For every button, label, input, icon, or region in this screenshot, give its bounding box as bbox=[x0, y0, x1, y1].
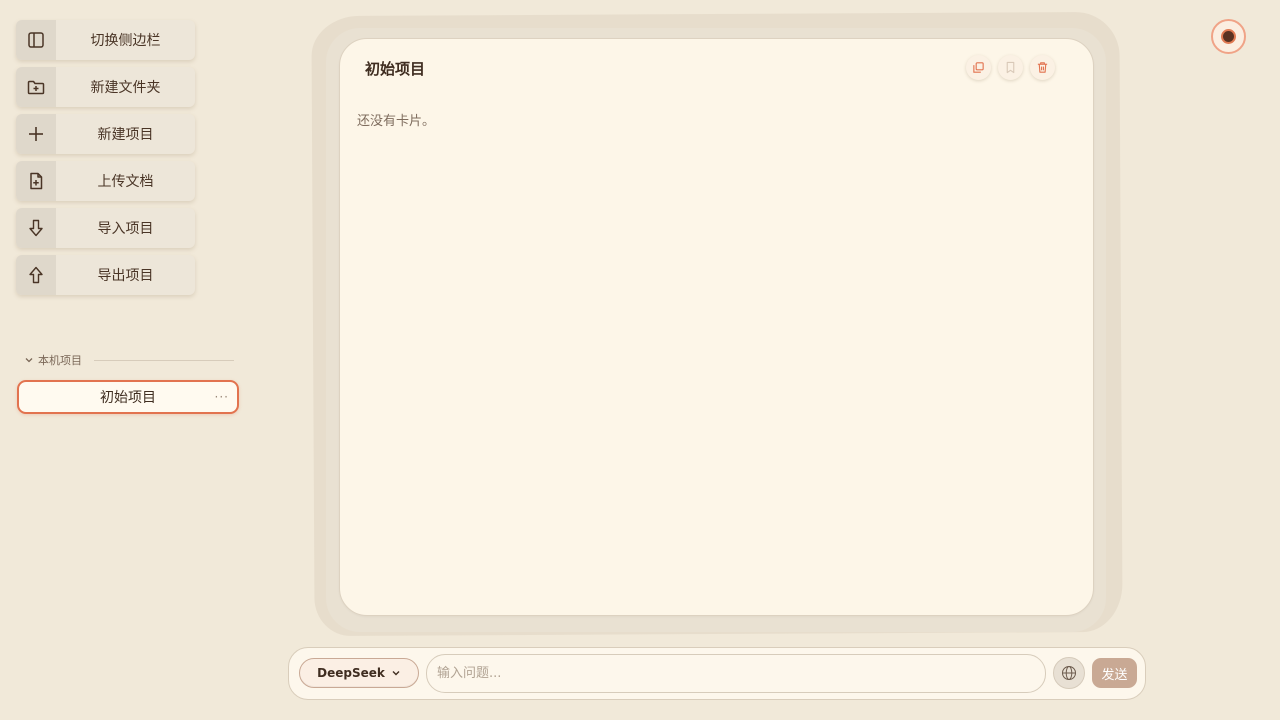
import-project-label: 导入项目 bbox=[97, 221, 154, 237]
new-folder-button[interactable]: 新建文件夹 bbox=[16, 67, 195, 107]
new-project-button[interactable]: 新建项目 bbox=[16, 114, 195, 154]
local-projects-header[interactable]: 本机项目 bbox=[24, 352, 234, 368]
project-item-name: 初始项目 bbox=[100, 390, 156, 406]
import-project-button[interactable]: 导入项目 bbox=[16, 208, 195, 248]
project-card: 初始项目 还没有卡片。 bbox=[339, 38, 1094, 616]
status-dot-icon bbox=[1221, 29, 1236, 44]
toggle-sidebar-button[interactable]: 切换侧边栏 bbox=[16, 20, 195, 60]
empty-state-text: 还没有卡片。 bbox=[357, 114, 436, 129]
send-button[interactable]: 发送 bbox=[1092, 658, 1137, 688]
upload-document-button[interactable]: 上传文档 bbox=[16, 161, 195, 201]
model-select[interactable]: DeepSeek bbox=[299, 658, 419, 688]
globe-icon bbox=[1062, 666, 1076, 680]
export-project-button[interactable]: 导出项目 bbox=[16, 255, 195, 295]
section-divider bbox=[94, 359, 234, 361]
chevron-down-icon bbox=[24, 355, 34, 365]
sidebar-toggle-icon bbox=[16, 20, 56, 60]
status-indicator[interactable] bbox=[1211, 19, 1246, 54]
new-folder-label: 新建文件夹 bbox=[90, 80, 161, 96]
question-input[interactable] bbox=[426, 654, 1046, 693]
delete-button[interactable] bbox=[1030, 55, 1055, 80]
card-title: 初始项目 bbox=[365, 60, 426, 78]
chat-bar: DeepSeek 发送 bbox=[288, 647, 1146, 700]
sidebar-actions: 切换侧边栏 新建文件夹 新建项目 上传文档 导入项目 导出项目 bbox=[16, 20, 195, 302]
toggle-sidebar-label: 切换侧边栏 bbox=[90, 33, 161, 49]
arrow-up-icon bbox=[16, 255, 56, 295]
copy-button[interactable] bbox=[966, 55, 991, 80]
file-plus-icon bbox=[16, 161, 56, 201]
arrow-down-icon bbox=[16, 208, 56, 248]
chevron-down-icon bbox=[392, 671, 400, 676]
upload-document-label: 上传文档 bbox=[97, 174, 154, 190]
folder-plus-icon bbox=[16, 67, 56, 107]
bookmark-icon bbox=[1006, 61, 1015, 74]
plus-icon bbox=[16, 114, 56, 154]
more-options-icon[interactable]: ··· bbox=[215, 390, 229, 404]
export-project-label: 导出项目 bbox=[97, 268, 154, 284]
new-project-label: 新建项目 bbox=[97, 127, 154, 143]
model-name: DeepSeek bbox=[317, 666, 385, 680]
trash-icon bbox=[1037, 62, 1048, 73]
bookmark-button[interactable] bbox=[998, 55, 1023, 80]
card-toolbar bbox=[966, 55, 1055, 80]
project-item-initial[interactable]: 初始项目 ··· bbox=[17, 380, 239, 414]
copy-icon bbox=[973, 62, 984, 73]
local-projects-title: 本机项目 bbox=[38, 354, 82, 367]
web-search-button[interactable] bbox=[1053, 657, 1085, 689]
